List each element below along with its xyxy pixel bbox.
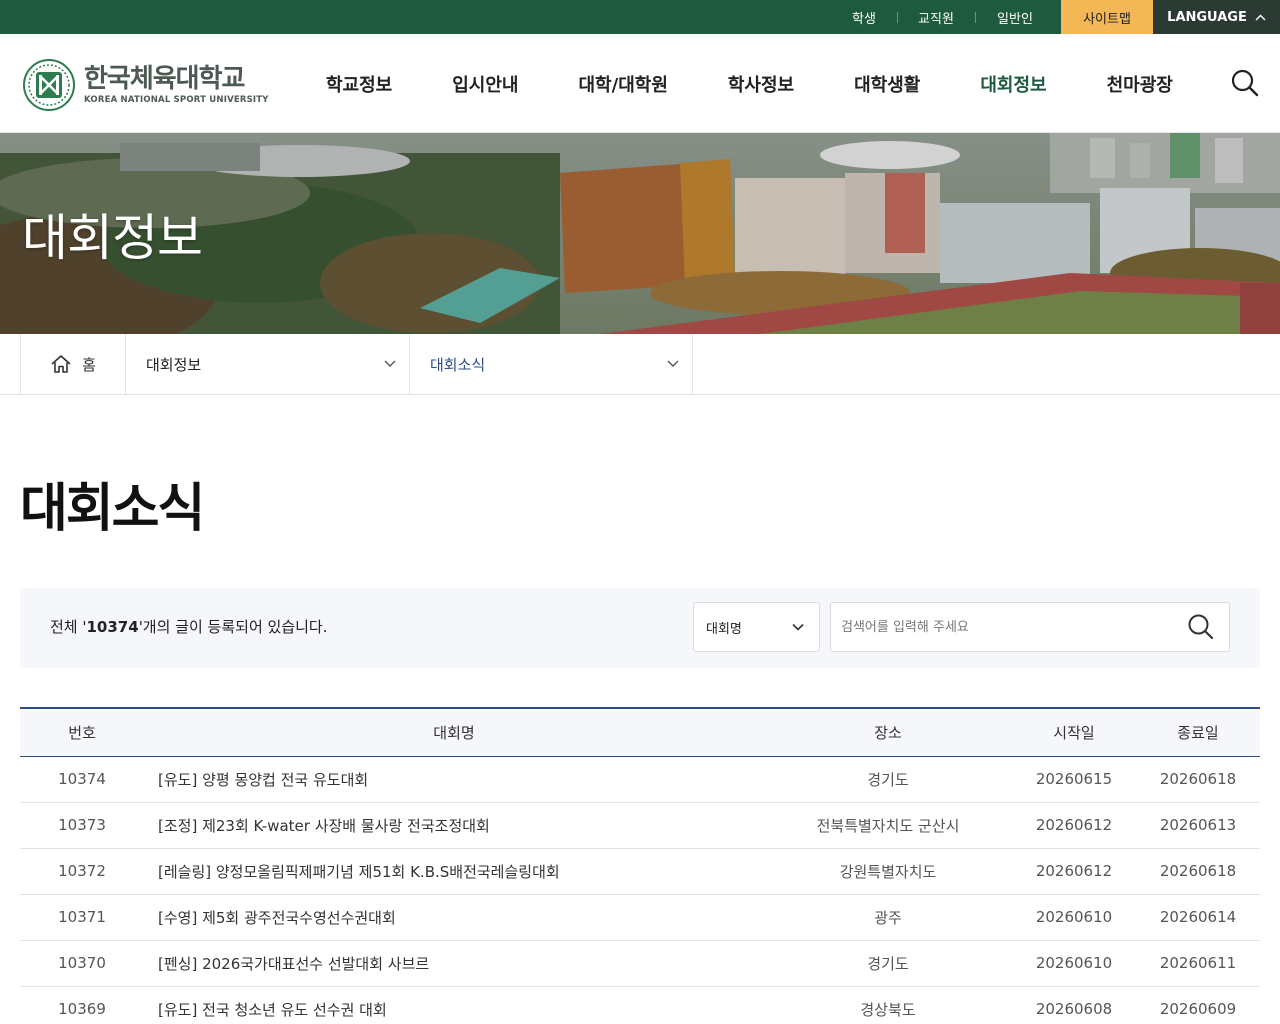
nav-cheonma-plaza[interactable]: 천마광장	[1077, 34, 1203, 133]
table-row[interactable]: 10371 [수영] 제5회 광주전국수영선수권대회 광주 20260610 2…	[20, 894, 1260, 941]
table-header-row: 번호 대회명 장소 시작일 종료일	[20, 708, 1260, 756]
col-header-name: 대회명	[144, 708, 764, 756]
table-row[interactable]: 10373 [조정] 제23회 K-water 사장배 물사랑 전국조정대회 전…	[20, 802, 1260, 849]
table-row[interactable]: 10369 [유도] 전국 청소년 유도 선수권 대회 경상북도 2026060…	[20, 986, 1260, 1024]
cell-venue: 강원특별자치도	[764, 848, 1012, 895]
col-header-venue: 장소	[764, 708, 1012, 756]
competition-link[interactable]: [수영] 제5회 광주전국수영선수권대회	[158, 909, 396, 927]
cell-end: 20260611	[1136, 940, 1260, 987]
total-count-text: 전체 '10374'개의 글이 등록되어 있습니다.	[50, 616, 328, 637]
total-prefix: 전체 '	[50, 618, 87, 636]
cell-end: 20260618	[1136, 756, 1260, 803]
cell-venue: 광주	[764, 894, 1012, 941]
cell-name: [레슬링] 양정모올림픽제패기념 제51회 K.B.S배전국레슬링대회	[144, 848, 764, 895]
cell-start: 20260612	[1012, 848, 1136, 895]
util-link-student[interactable]: 학생	[831, 0, 897, 34]
university-logo[interactable]: 한국체육대학교 KOREA NATIONAL SPORT UNIVERSITY	[22, 58, 269, 112]
cell-start: 20260612	[1012, 802, 1136, 849]
total-count: 10374	[86, 618, 139, 636]
col-header-end: 종료일	[1136, 708, 1260, 756]
breadcrumb-level2-label: 대회소식	[430, 355, 486, 374]
header: 한국체육대학교 KOREA NATIONAL SPORT UNIVERSITY …	[0, 34, 1280, 133]
language-label: LANGUAGE	[1167, 9, 1247, 25]
nav-school-info[interactable]: 학교정보	[296, 34, 422, 133]
competition-link[interactable]: [레슬링] 양정모올림픽제패기념 제51회 K.B.S배전국레슬링대회	[158, 863, 560, 881]
breadcrumb-home-label: 홈	[82, 355, 96, 374]
search-icon[interactable]	[1230, 68, 1260, 98]
cell-start: 20260608	[1012, 986, 1136, 1024]
cell-end: 20260614	[1136, 894, 1260, 941]
cell-name: [유도] 양평 몽양컵 전국 유도대회	[144, 756, 764, 803]
hero-title: 대회정보	[22, 209, 203, 267]
main-navigation: 학교정보 입시안내 대학/대학원 학사정보 대학생활 대회정보 천마광장	[296, 34, 1203, 133]
competition-link[interactable]: [유도] 양평 몽양컵 전국 유도대회	[158, 771, 368, 789]
logo-english-name: KOREA NATIONAL SPORT UNIVERSITY	[84, 95, 269, 105]
total-suffix: '개의 글이 등록되어 있습니다.	[138, 618, 328, 636]
cell-name: [펜싱] 2026국가대표선수 선발대회 사브르	[144, 940, 764, 987]
cell-name: [수영] 제5회 광주전국수영선수권대회	[144, 894, 764, 941]
chevron-down-icon	[384, 360, 396, 367]
nav-academic[interactable]: 학사정보	[698, 34, 824, 133]
nav-college-graduate[interactable]: 대학/대학원	[549, 34, 698, 133]
table-row[interactable]: 10372 [레슬링] 양정모올림픽제패기념 제51회 K.B.S배전국레슬링대…	[20, 848, 1260, 895]
board-search-box: 전체 '10374'개의 글이 등록되어 있습니다. 대회명	[20, 588, 1260, 668]
cell-end: 20260613	[1136, 802, 1260, 849]
util-link-public[interactable]: 일반인	[975, 0, 1055, 34]
nav-campus-life[interactable]: 대학생활	[824, 34, 950, 133]
col-header-start: 시작일	[1012, 708, 1136, 756]
breadcrumb-level1-select[interactable]: 대회정보	[126, 334, 410, 394]
competition-link[interactable]: [조정] 제23회 K-water 사장배 물사랑 전국조정대회	[158, 817, 490, 835]
cell-venue: 경기도	[764, 940, 1012, 987]
cell-end: 20260609	[1136, 986, 1260, 1024]
cell-number: 10374	[20, 756, 144, 803]
search-field-label: 대회명	[706, 621, 742, 637]
table-row[interactable]: 10374 [유도] 양평 몽양컵 전국 유도대회 경기도 20260615 2…	[20, 756, 1260, 803]
breadcrumb-level1-label: 대회정보	[146, 355, 202, 374]
language-button[interactable]: LANGUAGE	[1153, 0, 1280, 34]
breadcrumb-level2-select[interactable]: 대회소식	[410, 334, 693, 394]
competition-link[interactable]: [펜싱] 2026국가대표선수 선발대회 사브르	[158, 955, 429, 973]
table-row[interactable]: 10370 [펜싱] 2026국가대표선수 선발대회 사브르 경기도 20260…	[20, 940, 1260, 987]
breadcrumb: 홈 대회정보 대회소식	[0, 334, 1280, 395]
cell-start: 20260610	[1012, 894, 1136, 941]
page-title: 대회소식	[20, 479, 205, 539]
col-header-number: 번호	[20, 708, 144, 756]
cell-venue: 경기도	[764, 756, 1012, 803]
cell-number: 10371	[20, 894, 144, 941]
cell-name: [조정] 제23회 K-water 사장배 물사랑 전국조정대회	[144, 802, 764, 849]
hero-banner: 대회정보	[0, 133, 1280, 334]
sitemap-button[interactable]: 사이트맵	[1061, 0, 1153, 34]
cell-number: 10370	[20, 940, 144, 987]
emblem-icon	[23, 59, 75, 111]
competition-link[interactable]: [유도] 전국 청소년 유도 선수권 대회	[158, 1001, 387, 1019]
search-input[interactable]	[830, 602, 1230, 652]
chevron-up-icon	[1255, 14, 1266, 20]
logo-text: 한국체육대학교 KOREA NATIONAL SPORT UNIVERSITY	[84, 65, 269, 105]
logo-korean-name: 한국체육대학교	[84, 64, 245, 94]
competition-table: 번호 대회명 장소 시작일 종료일 10374 [유도] 양평 몽양컵 전국 유…	[20, 707, 1260, 1024]
cell-name: [유도] 전국 청소년 유도 선수권 대회	[144, 986, 764, 1024]
cell-venue: 전북특별자치도 군산시	[764, 802, 1012, 849]
cell-end: 20260618	[1136, 848, 1260, 895]
nav-admission[interactable]: 입시안내	[422, 34, 548, 133]
breadcrumb-home[interactable]: 홈	[20, 334, 126, 394]
nav-competition-info[interactable]: 대회정보	[950, 34, 1076, 133]
search-submit-icon[interactable]	[1186, 612, 1216, 642]
cell-venue: 경상북도	[764, 986, 1012, 1024]
home-icon	[51, 355, 71, 373]
util-link-staff[interactable]: 교직원	[897, 0, 975, 34]
cell-start: 20260615	[1012, 756, 1136, 803]
search-field-select[interactable]: 대회명	[693, 602, 820, 652]
cell-number: 10372	[20, 848, 144, 895]
cell-number: 10373	[20, 802, 144, 849]
chevron-down-icon	[667, 360, 679, 367]
utility-links: 학생 교직원 일반인 사이트맵 LANGUAGE	[831, 0, 1280, 34]
cell-number: 10369	[20, 986, 144, 1024]
chevron-down-icon	[792, 623, 804, 631]
utility-bar: 학생 교직원 일반인 사이트맵 LANGUAGE	[0, 0, 1280, 34]
cell-start: 20260610	[1012, 940, 1136, 987]
